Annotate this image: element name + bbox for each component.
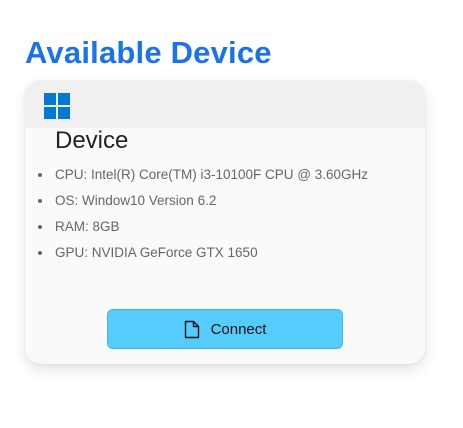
spec-gpu-text: GPU: NVIDIA GeForce GTX 1650 [55, 245, 258, 260]
file-icon [184, 320, 199, 338]
device-card: Device CPU: Intel(R) Core(TM) i3-10100F … [25, 80, 425, 364]
spec-item-cpu: CPU: Intel(R) Core(TM) i3-10100F CPU @ 3… [25, 166, 368, 192]
connect-button[interactable]: Connect [107, 309, 343, 349]
spec-os-text: OS: Window10 Version 6.2 [55, 193, 217, 208]
device-name: Device [55, 127, 129, 154]
spec-item-os: OS: Window10 Version 6.2 [25, 192, 368, 218]
spec-list: CPU: Intel(R) Core(TM) i3-10100F CPU @ 3… [25, 166, 368, 270]
page-title: Available Device [25, 35, 272, 70]
spec-item-gpu: GPU: NVIDIA GeForce GTX 1650 [25, 244, 368, 270]
spec-item-ram: RAM: 8GB [25, 218, 368, 244]
bullet-icon [38, 173, 42, 177]
connect-label: Connect [210, 320, 267, 338]
bullet-icon [38, 225, 42, 229]
spec-cpu-text: CPU: Intel(R) Core(TM) i3-10100F CPU @ 3… [55, 167, 369, 182]
card-header [25, 80, 425, 128]
bullet-icon [38, 251, 42, 255]
windows-logo-icon [44, 93, 70, 119]
page: Available Device Device CPU: Intel(R) Co… [0, 0, 463, 428]
spec-ram-text: RAM: 8GB [55, 219, 120, 234]
bullet-icon [38, 199, 42, 203]
